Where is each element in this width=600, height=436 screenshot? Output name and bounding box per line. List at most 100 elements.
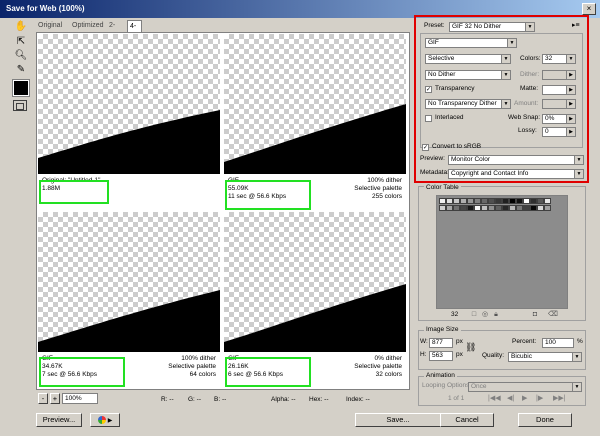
color-swatch[interactable] <box>453 198 460 204</box>
color-swatch[interactable] <box>537 198 544 204</box>
color-swatch[interactable] <box>488 205 495 211</box>
preset-value: GIF 32 No Dither <box>452 23 502 30</box>
color-swatch[interactable] <box>509 205 516 211</box>
color-swatch[interactable] <box>488 198 495 204</box>
delete-color-icon[interactable]: ⌫ <box>548 311 558 319</box>
zoom-tool-icon[interactable]: 🔍︎ <box>13 49 29 63</box>
websnap-input[interactable]: 0% ▶ <box>542 114 576 124</box>
pane-info-r2: Selective palette <box>168 363 216 370</box>
next-frame-icon[interactable]: |▶ <box>536 394 543 402</box>
color-table-grid[interactable] <box>436 195 568 309</box>
color-swatch[interactable] <box>523 198 530 204</box>
color-swatch[interactable] <box>453 205 460 211</box>
optimize-settings-panel: Preset: GIF 32 No Dither ▼ ▸≡ GIF ▼ Select… <box>414 15 589 183</box>
color-swatch[interactable] <box>446 198 453 204</box>
chevron-right-icon: ▶ <box>566 100 575 108</box>
convert-srgb-checkbox[interactable]: ✓ <box>422 144 429 151</box>
websnap-value: 0% <box>545 115 555 122</box>
cancel-button[interactable]: Cancel <box>440 413 494 427</box>
transparency-checkbox[interactable]: ✓ <box>425 86 432 93</box>
eyedropper-tool-icon[interactable]: ✎ <box>13 63 29 77</box>
dither-algorithm-select[interactable]: No Dither ▼ <box>425 70 511 80</box>
play-icon[interactable]: ▶ <box>522 394 527 402</box>
zoom-in-button[interactable]: + <box>50 393 60 404</box>
color-swatch[interactable] <box>509 198 516 204</box>
eyedropper-color-swatch[interactable] <box>12 79 30 97</box>
color-swatch[interactable] <box>495 198 502 204</box>
width-input[interactable]: 877 <box>429 338 453 348</box>
zoom-out-button[interactable]: - <box>38 393 48 404</box>
websnap-label: Web Snap: <box>508 114 541 121</box>
percent-input[interactable]: 100 <box>542 338 574 348</box>
lossy-input[interactable]: 0 ▶ <box>542 127 576 137</box>
interlaced-checkbox[interactable] <box>425 115 432 122</box>
color-swatch[interactable] <box>530 198 537 204</box>
save-button[interactable]: Save... <box>355 413 441 427</box>
lock-color-icon[interactable]: 🔒︎ <box>492 311 500 319</box>
format-select[interactable]: GIF ▼ <box>425 38 517 48</box>
browser-icon <box>97 416 106 425</box>
metadata-select[interactable]: Copyright and Contact Info ▼ <box>448 169 584 179</box>
map-transparent-icon[interactable]: □ <box>470 311 478 319</box>
colors-input[interactable]: 32 ▼ <box>542 54 576 64</box>
quality-select[interactable]: Bicubic ▼ <box>508 352 582 362</box>
height-input[interactable]: 563 <box>429 351 453 361</box>
height-value: 563 <box>432 352 443 359</box>
toggle-slices-icon[interactable] <box>13 100 27 111</box>
color-swatch[interactable] <box>502 198 509 204</box>
color-swatch[interactable] <box>544 198 551 204</box>
close-button[interactable]: × <box>582 3 596 15</box>
preview-image <box>38 212 220 352</box>
slice-select-tool-icon[interactable]: ⇱ <box>13 35 29 49</box>
color-swatch[interactable] <box>439 205 446 211</box>
color-swatch[interactable] <box>516 198 523 204</box>
first-frame-icon[interactable]: |◀◀ <box>488 394 501 402</box>
width-unit: px <box>456 338 463 345</box>
previous-frame-icon[interactable]: ◀| <box>507 394 514 402</box>
dither-input[interactable]: ▶ <box>542 70 576 80</box>
color-swatch[interactable] <box>481 205 488 211</box>
chevron-right-icon: ▶ <box>566 71 575 79</box>
color-swatch[interactable] <box>481 198 488 204</box>
color-swatch[interactable] <box>474 205 481 211</box>
color-swatch[interactable] <box>530 205 537 211</box>
color-swatch[interactable] <box>544 205 551 211</box>
percent-value: 100 <box>545 339 556 346</box>
chevron-down-icon: ▼ <box>501 100 510 108</box>
color-swatch[interactable] <box>516 205 523 211</box>
color-swatch[interactable] <box>537 205 544 211</box>
matte-select[interactable]: ▶ <box>542 85 576 95</box>
constrain-link-icon[interactable]: ⛓ <box>465 342 476 353</box>
tab-original[interactable]: Original <box>36 20 64 31</box>
preset-select[interactable]: GIF 32 No Dither ▼ <box>449 22 535 32</box>
new-color-icon[interactable]: ◘ <box>531 311 539 319</box>
color-swatch[interactable] <box>502 205 509 211</box>
amount-input[interactable]: ▶ <box>542 99 576 109</box>
color-swatch[interactable] <box>446 205 453 211</box>
transparency-dither-select[interactable]: No Transparency Dither ▼ <box>425 99 511 109</box>
zoom-level-field[interactable]: 100% <box>62 393 98 404</box>
color-swatch[interactable] <box>460 205 467 211</box>
color-swatch[interactable] <box>467 205 474 211</box>
color-swatch[interactable] <box>474 198 481 204</box>
color-reduction-select[interactable]: Selective ▼ <box>425 54 511 64</box>
color-count: 32 <box>451 311 459 318</box>
color-swatch[interactable] <box>495 205 502 211</box>
tab-optimized[interactable]: Optimized <box>70 20 106 31</box>
tab-4-up[interactable]: 4-Up <box>127 20 142 41</box>
browser-preview-button[interactable]: ▶ <box>90 413 120 427</box>
color-swatch[interactable] <box>439 198 446 204</box>
looping-select[interactable]: Once ▼ <box>468 382 582 392</box>
done-button[interactable]: Done <box>518 413 572 427</box>
color-swatch[interactable] <box>523 205 530 211</box>
web-shift-icon[interactable]: ◎ <box>481 311 489 319</box>
transparency-label: Transparency <box>435 85 475 92</box>
preview-color-select[interactable]: Monitor Color ▼ <box>448 155 584 165</box>
tab-2-up[interactable]: 2-Up <box>107 20 120 40</box>
hand-tool-icon[interactable]: ✋ <box>13 20 29 34</box>
last-frame-icon[interactable]: ▶▶| <box>553 394 566 402</box>
optimize-menu-icon[interactable]: ▸≡ <box>572 21 580 29</box>
color-swatch[interactable] <box>460 198 467 204</box>
color-swatch[interactable] <box>467 198 474 204</box>
preview-button[interactable]: Preview... <box>36 413 82 427</box>
